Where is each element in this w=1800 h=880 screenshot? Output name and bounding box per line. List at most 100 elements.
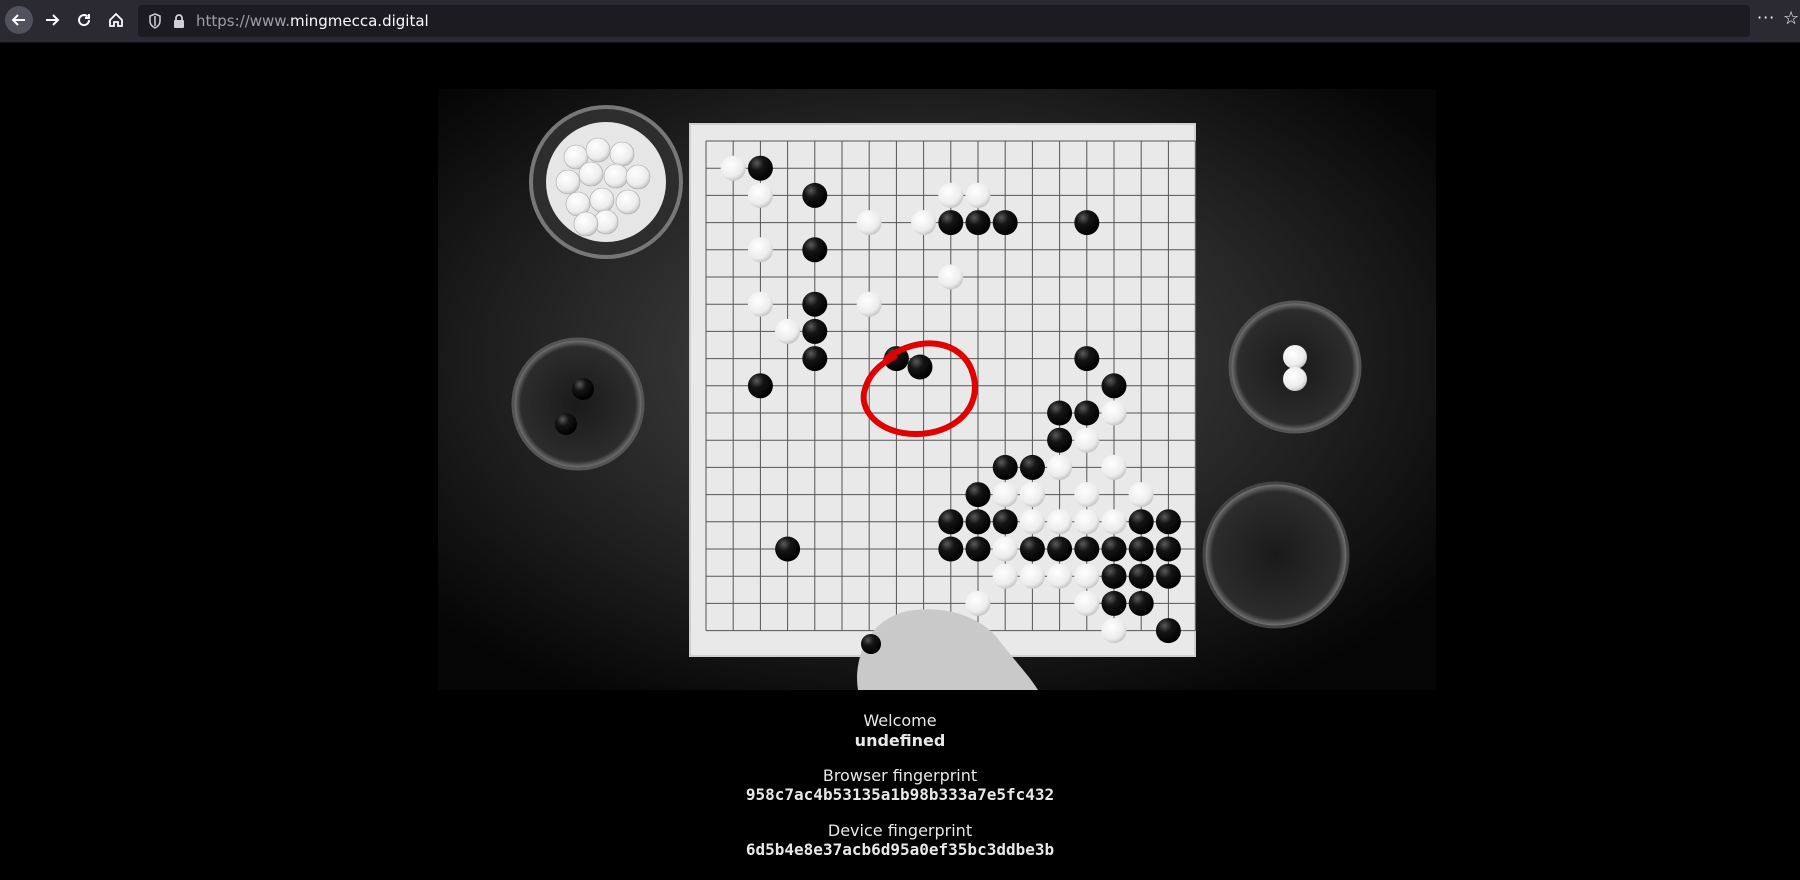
black-stone [965, 482, 991, 508]
black-stone [1047, 536, 1073, 562]
white-stone [747, 237, 773, 263]
black-stone [1074, 346, 1100, 372]
white-stone [911, 210, 937, 236]
black-stone [1155, 509, 1181, 535]
white-stone [1047, 454, 1073, 480]
white-stone [720, 155, 746, 181]
black-stone [802, 346, 828, 372]
white-stone [1074, 482, 1100, 508]
white-stone [856, 291, 882, 317]
black-stone [1047, 427, 1073, 453]
white-stone [1074, 509, 1100, 535]
captured-white-stone [1283, 367, 1307, 391]
back-arrow-icon[interactable] [5, 6, 33, 34]
white-stone [775, 318, 801, 344]
url-bar[interactable]: https://www.mingmecca.digital [138, 5, 1750, 37]
black-stone [1128, 590, 1154, 616]
black-stone [747, 373, 773, 399]
browser-fingerprint-value: 958c7ac4b53135a1b98b333a7e5fc432 [745, 785, 1055, 804]
black-stone [1019, 536, 1045, 562]
black-stone [802, 237, 828, 263]
black-stone [965, 210, 991, 236]
forward-arrow-icon[interactable] [38, 6, 66, 34]
white-stone [965, 590, 991, 616]
black-stone [1128, 509, 1154, 535]
white-stone [992, 482, 1018, 508]
black-stone [992, 509, 1018, 535]
bowl-white-stone [609, 141, 635, 167]
white-stone [1101, 454, 1127, 480]
bowl-white-stone [578, 161, 604, 187]
white-stone [965, 182, 991, 208]
black-stone [802, 318, 828, 344]
browser-toolbar: https://www.mingmecca.digital ··· ☆ [0, 0, 1800, 43]
white-stone [1019, 563, 1045, 589]
black-stone [1074, 210, 1100, 236]
welcome-value: undefined [854, 731, 946, 750]
black-stone [1155, 618, 1181, 644]
black-stone [802, 182, 828, 208]
home-icon[interactable] [102, 6, 130, 34]
shield-icon[interactable] [148, 13, 162, 33]
black-stone [992, 210, 1018, 236]
white-stone [856, 210, 882, 236]
white-stone [747, 291, 773, 317]
white-stone [1128, 482, 1154, 508]
black-stone [938, 509, 964, 535]
white-stone [1047, 509, 1073, 535]
bowl-white-stone [585, 137, 611, 163]
reload-icon[interactable] [70, 6, 98, 34]
black-stone [992, 454, 1018, 480]
black-stone [775, 536, 801, 562]
white-stone [747, 182, 773, 208]
white-stone [938, 182, 964, 208]
black-stone [1128, 563, 1154, 589]
white-stone [938, 264, 964, 290]
black-stone [1074, 536, 1100, 562]
device-fingerprint-value: 6d5b4e8e37acb6d95a0ef35bc3ddbe3b [745, 840, 1055, 859]
black-stone [1047, 400, 1073, 426]
go-game-photo [438, 89, 1436, 690]
white-stone [1101, 400, 1127, 426]
browser-fingerprint-label: Browser fingerprint [822, 766, 978, 785]
more-menu-icon[interactable]: ··· [1757, 8, 1775, 27]
url-domain: mingmecca.digital [289, 12, 429, 30]
black-stone [1101, 590, 1127, 616]
black-stone [1019, 454, 1045, 480]
black-stone [938, 536, 964, 562]
white-stone [1074, 590, 1100, 616]
highlighted-black-stone [907, 354, 933, 380]
black-stone [1074, 400, 1100, 426]
white-stone [992, 536, 1018, 562]
white-stone [992, 563, 1018, 589]
url-text[interactable]: https://www.mingmecca.digital [196, 12, 429, 30]
bowl-right-lower [1202, 481, 1350, 629]
lock-icon[interactable] [173, 13, 185, 33]
bookmark-star-icon[interactable]: ☆ [1783, 8, 1799, 29]
captured-white-stone [1283, 345, 1307, 369]
white-stone [1101, 618, 1127, 644]
stone-in-hand [861, 634, 881, 654]
white-stone [1019, 509, 1045, 535]
white-stone [1074, 427, 1100, 453]
black-stone [1155, 536, 1181, 562]
black-stone [938, 210, 964, 236]
white-stone [1074, 563, 1100, 589]
black-stone [1155, 563, 1181, 589]
welcome-label: Welcome [863, 711, 937, 730]
bowl-white-stone [573, 211, 599, 237]
black-stone [1101, 373, 1127, 399]
black-stone [965, 536, 991, 562]
white-stone [1019, 482, 1045, 508]
device-fingerprint-label: Device fingerprint [827, 821, 973, 840]
black-stone [1101, 536, 1127, 562]
url-prefix: https://www. [196, 12, 290, 30]
bowl-white-stone [603, 163, 629, 189]
white-stone [1101, 509, 1127, 535]
captured-black-stone [555, 413, 577, 435]
black-stone [1128, 536, 1154, 562]
black-stone [965, 509, 991, 535]
bowl-middle-left [511, 337, 645, 471]
black-stone [1101, 563, 1127, 589]
black-stone [802, 291, 828, 317]
